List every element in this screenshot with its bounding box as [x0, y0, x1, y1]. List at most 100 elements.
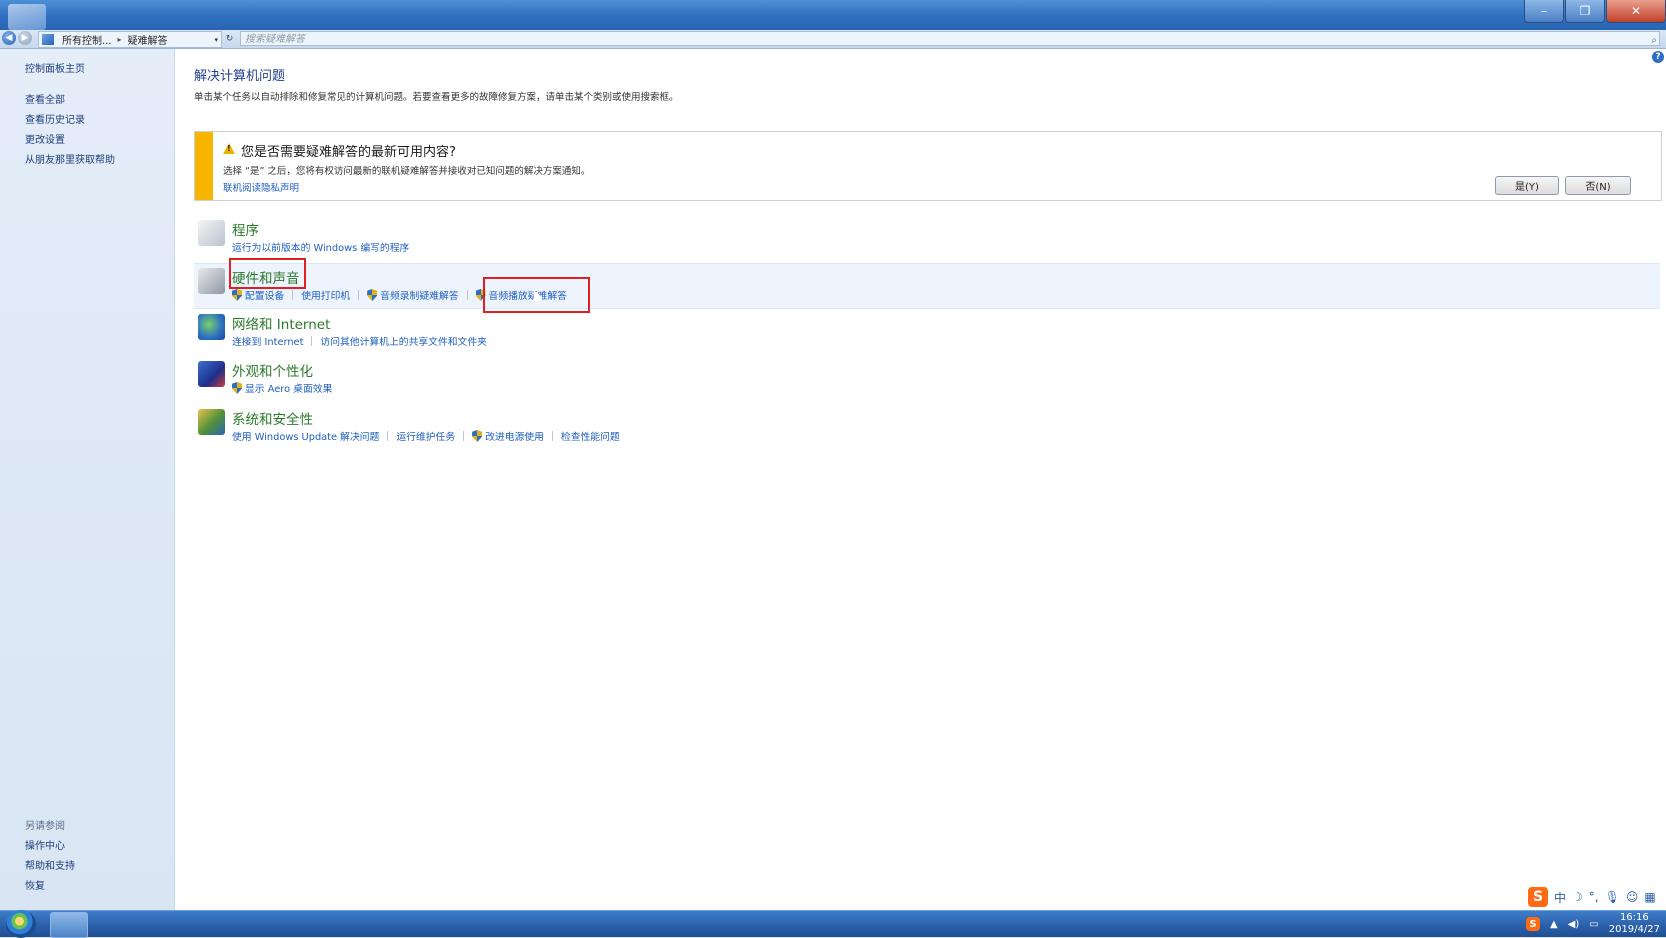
link-separator [358, 290, 360, 300]
grid-icon[interactable]: ▦ [1644, 890, 1655, 904]
close-button[interactable]: ✕ [1606, 0, 1666, 23]
sidebar-item-help-support[interactable]: 帮助和支持 [25, 857, 75, 872]
restore-button[interactable]: ❐ [1565, 0, 1605, 23]
category-programs: 程序 运行为以前版本的 Windows 编写的程序 [194, 216, 1660, 258]
main-content: ? 解决计算机问题 单击某个任务以自动排除和修复常见的计算机问题。若要查看更多的… [175, 49, 1666, 910]
link-separator [463, 431, 465, 441]
infobar-title: 您是否需要疑难解答的最新可用内容? [241, 145, 456, 160]
network-internet-icon [198, 314, 225, 340]
shield-icon [367, 289, 378, 301]
link-windows-update[interactable]: 使用 Windows Update 解决问题 [232, 429, 379, 443]
start-button[interactable] [6, 910, 36, 938]
link-check-performance[interactable]: 检查性能问题 [561, 429, 620, 443]
search-input[interactable]: 搜索疑难解答 ⌕ [240, 31, 1660, 46]
link-separator [387, 431, 389, 441]
shield-icon [472, 430, 483, 442]
link-label[interactable]: 配置设备 [245, 288, 284, 302]
taskbar-control-panel-item[interactable] [50, 912, 88, 938]
volume-icon[interactable]: ◀) [1568, 919, 1580, 930]
sidebar-item-recovery[interactable]: 恢复 [25, 877, 45, 892]
tray-sogou-icon[interactable]: S [1525, 917, 1540, 931]
no-button[interactable]: 否(N) [1565, 176, 1631, 195]
sidebar-item-view-history[interactable]: 查看历史记录 [25, 111, 85, 126]
programs-icon [198, 220, 225, 246]
microphone-icon[interactable]: 🎙 [1605, 890, 1620, 904]
sidebar-item-change-settings[interactable]: 更改设置 [25, 131, 65, 146]
category-appearance: 外观和个性化 显示 Aero 桌面效果 [194, 357, 1660, 401]
control-panel-icon [42, 34, 54, 45]
help-icon[interactable]: ? [1652, 51, 1664, 63]
link-use-printer[interactable]: 使用打印机 [301, 288, 350, 302]
system-tray: S ▲ ◀) ▭ 16:16 2019/4/27 [1525, 911, 1660, 937]
link-maintenance-tasks[interactable]: 运行维护任务 [396, 429, 455, 443]
sidebar: 控制面板主页 查看全部 查看历史记录 更改设置 从朋友那里获取帮助 另请参阅 操… [0, 49, 175, 910]
link-separator [292, 290, 294, 300]
breadcrumb-all-control-panel[interactable]: 所有控制... [58, 32, 116, 47]
link-access-shared-files[interactable]: 访问其他计算机上的共享文件和文件夹 [320, 334, 487, 348]
clock-date: 2019/4/27 [1608, 924, 1660, 935]
category-title-network-internet[interactable]: 网络和 Internet [232, 313, 330, 333]
address-row: ◀ ▶ 所有控制... ▸ 疑难解答 ▾ ↻ 搜索疑难解答 ⌕ [0, 30, 1666, 49]
link-label[interactable]: 改进电源使用 [485, 429, 544, 443]
category-title-appearance[interactable]: 外观和个性化 [232, 360, 313, 380]
moon-icon[interactable]: ☽ [1572, 890, 1583, 904]
link-audio-recording-troubleshooter[interactable]: 音频录制疑难解答 [367, 288, 459, 302]
warning-icon [223, 143, 235, 154]
sidebar-item-control-panel-home[interactable]: 控制面板主页 [25, 60, 85, 75]
ime-toolbar: S 中 ☽ °, 🎙 ☺ ▦ [1528, 886, 1656, 908]
punctuation-icon[interactable]: °, [1589, 890, 1599, 904]
breadcrumb-troubleshooting[interactable]: 疑难解答 [124, 32, 172, 47]
see-also-heading: 另请参阅 [25, 821, 65, 832]
back-button[interactable]: ◀ [2, 31, 16, 45]
page-description: 单击某个任务以自动排除和修复常见的计算机问题。若要查看更多的故障修复方案，请单击… [194, 92, 679, 103]
category-title-programs[interactable]: 程序 [232, 219, 259, 239]
ime-mode-chinese[interactable]: 中 [1554, 889, 1566, 906]
link-connect-to-internet[interactable]: 连接到 Internet [232, 334, 303, 348]
category-links-programs: 运行为以前版本的 Windows 编写的程序 [232, 240, 409, 254]
category-hardware-sound: 硬件和声音 配置设备 使用打印机 音频录制疑难解答 音频播放疑难解答 [194, 263, 1660, 309]
category-links-appearance: 显示 Aero 桌面效果 [232, 381, 332, 395]
clock[interactable]: 16:16 2019/4/27 [1609, 912, 1660, 936]
clock-time: 16:16 [1619, 912, 1649, 923]
update-infobar: 您是否需要疑难解答的最新可用内容? 选择 “是” 之后，您将有权访问最新的联机疑… [194, 131, 1662, 201]
search-icon[interactable]: ⌕ [1651, 33, 1657, 48]
sidebar-item-action-center[interactable]: 操作中心 [25, 837, 65, 852]
sidebar-item-get-help-from-friend[interactable]: 从朋友那里获取帮助 [25, 151, 115, 166]
page-title: 解决计算机问题 [194, 69, 286, 84]
appearance-icon [198, 361, 225, 387]
title-bar: – ❐ ✕ [0, 0, 1666, 30]
highlight-box-hardware-sound [229, 258, 306, 289]
breadcrumb-separator-icon[interactable]: ▸ [116, 35, 124, 44]
window-icon [8, 4, 46, 30]
category-links-system-security: 使用 Windows Update 解决问题 运行维护任务 改进电源使用 检查性… [232, 429, 620, 443]
link-label[interactable]: 音频录制疑难解答 [380, 288, 458, 302]
address-dropdown-icon[interactable]: ▾ [214, 36, 221, 44]
refresh-icon[interactable]: ↻ [223, 32, 236, 45]
hardware-sound-icon [198, 268, 225, 294]
forward-button[interactable]: ▶ [18, 31, 32, 45]
network-tray-icon[interactable]: ▭ [1589, 919, 1598, 930]
shield-icon [232, 289, 242, 301]
window-controls: – ❐ ✕ [1523, 0, 1666, 24]
link-configure-device[interactable]: 配置设备 [232, 288, 284, 302]
yes-button[interactable]: 是(Y) [1495, 176, 1559, 195]
category-title-system-security[interactable]: 系统和安全性 [232, 408, 313, 428]
link-label[interactable]: 显示 Aero 桌面效果 [245, 381, 332, 395]
infobar-text: 选择 “是” 之后，您将有权访问最新的联机疑难解答并接收对已知问题的解决方案通知… [223, 166, 591, 177]
nav-buttons: ◀ ▶ [2, 31, 32, 45]
minimize-button[interactable]: – [1524, 0, 1564, 23]
tray-expand-icon[interactable]: ▲ [1550, 919, 1558, 930]
breadcrumb[interactable]: 所有控制... ▸ 疑难解答 ▾ [38, 31, 222, 48]
infobar-accent [195, 132, 213, 200]
link-improve-power-usage[interactable]: 改进电源使用 [472, 429, 544, 443]
shield-icon [232, 382, 242, 394]
sidebar-item-view-all[interactable]: 查看全部 [25, 91, 65, 106]
user-icon[interactable]: ☺ [1626, 890, 1639, 904]
privacy-statement-link[interactable]: 联机阅读隐私声明 [223, 180, 299, 194]
link-separator [551, 431, 553, 441]
sogou-icon[interactable]: S [1528, 887, 1548, 907]
link-aero-effects[interactable]: 显示 Aero 桌面效果 [232, 381, 332, 395]
category-network-internet: 网络和 Internet 连接到 Internet 访问其他计算机上的共享文件和… [194, 310, 1660, 354]
link-run-older-programs[interactable]: 运行为以前版本的 Windows 编写的程序 [232, 240, 409, 254]
link-separator [466, 290, 468, 300]
